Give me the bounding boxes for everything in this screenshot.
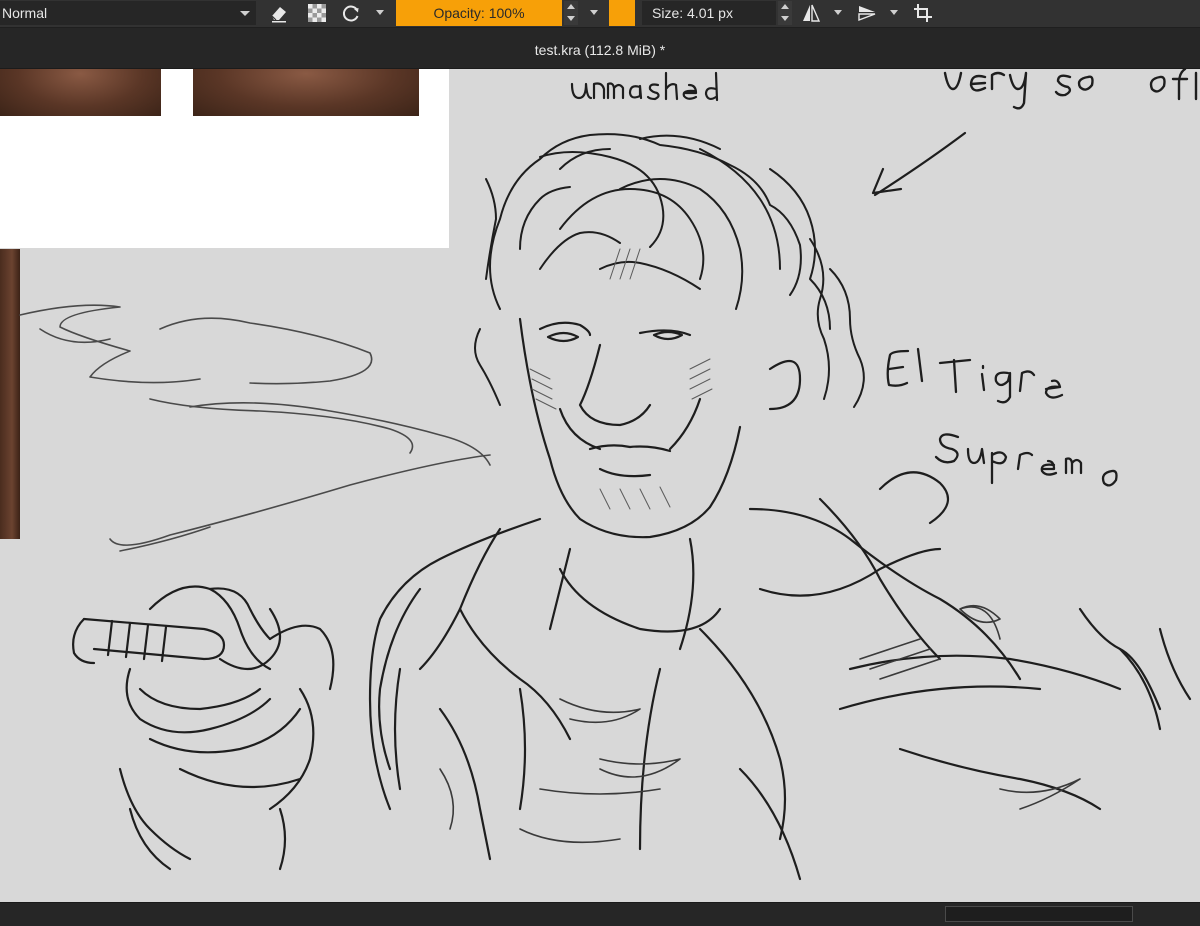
arrow-down-icon[interactable] [781,16,789,21]
alpha-lock-icon[interactable] [306,2,328,24]
brush-size-label: Size: 4.01 px [652,5,733,21]
eraser-icon[interactable] [268,2,290,24]
size-spinner[interactable] [778,1,792,25]
status-progress-field [945,906,1133,922]
tool-options-toolbar: Normal Opacity: 100% Size: 4.01 px [0,0,1200,28]
wrap-around-icon[interactable] [912,2,934,24]
sketch-drawing [19,69,1198,881]
annotation-supremo [934,433,1118,487]
chevron-down-icon[interactable] [834,10,842,15]
neck [548,537,722,651]
brush-size-slider[interactable]: Size: 4.01 px [642,1,776,25]
annotation-el-tigre [886,347,1064,404]
blend-mode-select[interactable]: Normal [0,1,256,25]
opacity-slider[interactable]: Opacity: 100% [396,0,562,26]
flow-slider[interactable] [609,0,635,26]
chevron-down-icon[interactable] [376,10,384,15]
annotation-unmasked [570,71,719,102]
opacity-label: Opacity: 100% [433,5,525,21]
annotation-arrow [871,131,967,197]
chevron-down-icon[interactable] [890,10,898,15]
arrow-up-icon[interactable] [781,4,789,9]
status-bar [0,902,1200,926]
annotation-very-so-oft [943,69,1198,110]
arrow-down-icon[interactable] [567,16,575,21]
mirror-vertical-icon[interactable] [856,2,878,24]
blend-mode-value: Normal [2,5,48,21]
document-title[interactable]: test.kra (112.8 MiB) * [0,28,1200,68]
arrow-up-icon[interactable] [567,4,575,9]
document-tab-bar: test.kra (112.8 MiB) * [0,28,1200,69]
smoke-lines [19,304,491,552]
chevron-down-icon[interactable] [590,10,598,15]
krita-window: Normal Opacity: 100% Size: 4.01 px test.… [0,0,1200,926]
hair [474,133,865,408]
opacity-spinner[interactable] [564,1,578,25]
chevron-down-icon [240,11,250,16]
reload-preset-icon[interactable] [340,2,362,24]
hand-with-cigar [72,585,335,871]
jacket-left [368,517,572,861]
mirror-horizontal-icon[interactable] [800,2,822,24]
jacket-right [638,471,1192,881]
face [518,317,802,539]
face-shading [529,248,713,510]
canvas[interactable] [0,69,1200,902]
jacket-shading [439,604,1081,844]
